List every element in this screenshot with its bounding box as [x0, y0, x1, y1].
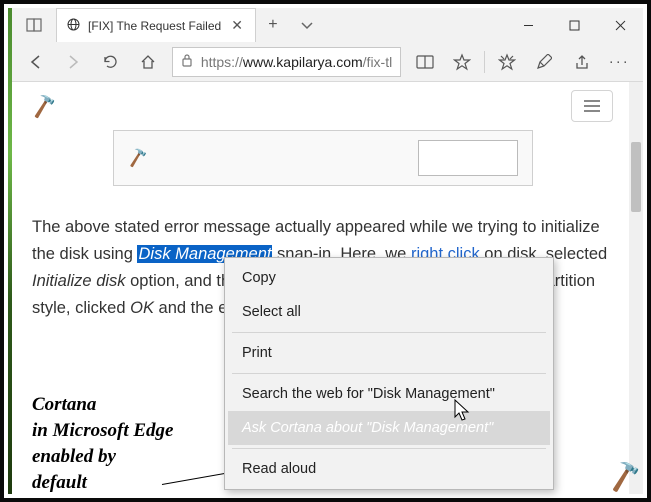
img-right-box — [418, 140, 518, 176]
new-tab-button[interactable]: + — [256, 8, 290, 42]
tab-title: [FIX] The Request Failed — [88, 19, 221, 33]
annotation-text: Cortana in Microsoft Edge enabled by def… — [32, 392, 173, 494]
watermark-icon: 🔨 — [606, 458, 643, 494]
img-corner-icon: 🔨 — [126, 146, 149, 169]
close-window-button[interactable] — [597, 8, 643, 42]
ctx-search-web[interactable]: Search the web for "Disk Management" — [228, 377, 550, 411]
refresh-button[interactable] — [93, 44, 128, 80]
lock-icon — [181, 53, 193, 70]
tab-close-icon[interactable]: ✕ — [229, 17, 245, 34]
ctx-print[interactable]: Print — [228, 336, 550, 370]
notes-button[interactable] — [527, 44, 562, 80]
url-text: https://www.kapilarya.com/fix-tl — [201, 54, 392, 70]
settings-button[interactable]: ··· — [601, 44, 636, 80]
ctx-select-all[interactable]: Select all — [228, 295, 550, 329]
divider — [484, 51, 485, 73]
back-button[interactable] — [18, 44, 53, 80]
ctx-separator — [232, 373, 546, 374]
titlebar: [FIX] The Request Failed ✕ + — [12, 8, 643, 42]
forward-button[interactable] — [55, 44, 90, 80]
favorite-button[interactable] — [445, 44, 480, 80]
article-image: 🔨 — [113, 130, 533, 186]
browser-tab[interactable]: [FIX] The Request Failed ✕ — [56, 8, 256, 42]
ctx-separator — [232, 332, 546, 333]
set-aside-tabs[interactable] — [12, 8, 56, 42]
url-input[interactable]: https://www.kapilarya.com/fix-tl — [172, 47, 401, 77]
site-logo[interactable]: 🔨 — [30, 92, 59, 121]
home-button[interactable] — [130, 44, 165, 80]
hamburger-button[interactable] — [571, 90, 613, 122]
minimize-button[interactable] — [505, 8, 551, 42]
address-bar: https://www.kapilarya.com/fix-tl ··· — [12, 42, 643, 82]
context-menu: Copy Select all Print Search the web for… — [224, 257, 554, 490]
share-button[interactable] — [564, 44, 599, 80]
reading-view-button[interactable] — [407, 44, 442, 80]
ctx-ask-cortana[interactable]: Ask Cortana about "Disk Management" — [228, 411, 550, 445]
ctx-copy[interactable]: Copy — [228, 261, 550, 295]
tab-preview-button[interactable] — [290, 8, 324, 42]
ctx-read-aloud[interactable]: Read aloud — [228, 452, 550, 486]
hub-button[interactable] — [489, 44, 524, 80]
maximize-button[interactable] — [551, 8, 597, 42]
site-header: 🔨 — [32, 82, 613, 130]
ctx-separator — [232, 448, 546, 449]
tab-favicon — [67, 18, 80, 34]
